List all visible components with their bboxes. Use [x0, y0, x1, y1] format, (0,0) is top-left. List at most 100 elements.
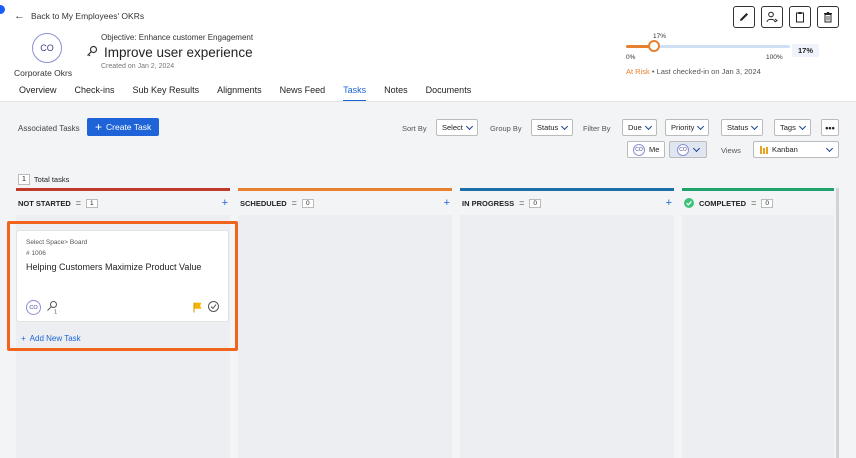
delete-button[interactable]	[817, 6, 839, 28]
filter-by-label: Filter By	[583, 124, 611, 133]
filter-priority-select[interactable]: Priority	[665, 119, 710, 136]
progress-max-label: 100%	[766, 54, 783, 61]
check-circle-icon	[684, 198, 694, 208]
column-body	[460, 215, 674, 458]
assign-user-button[interactable]	[761, 6, 783, 28]
filter-due-label: Due	[628, 123, 642, 132]
tab-news-feed[interactable]: News Feed	[280, 85, 326, 102]
progress-min-label: 0%	[626, 54, 636, 61]
tab-alignments[interactable]: Alignments	[217, 85, 262, 102]
group-by-label: Group By	[490, 124, 522, 133]
clipboard-icon	[796, 12, 804, 23]
tab-documents[interactable]: Documents	[426, 85, 472, 102]
key-result-icon	[87, 45, 98, 57]
filter-priority-label: Priority	[671, 123, 695, 132]
chevron-down-icon	[751, 122, 759, 130]
view-select[interactable]: Kanban	[753, 141, 839, 158]
chevron-down-icon	[561, 122, 569, 130]
tab-tasks[interactable]: Tasks	[343, 85, 367, 102]
user-avatar: CO	[677, 143, 689, 156]
column-header: COMPLETED = 0	[682, 191, 834, 215]
filter-tags-select[interactable]: Tags	[774, 119, 811, 136]
sort-by-label: Sort By	[402, 124, 427, 133]
create-task-label: Create Task	[106, 122, 152, 132]
created-date: Created on Jan 2, 2024	[101, 63, 175, 70]
views-label: Views	[721, 146, 741, 155]
tab-check-ins[interactable]: Check-ins	[75, 85, 115, 102]
trash-icon	[824, 12, 832, 23]
edit-button[interactable]	[733, 6, 755, 28]
create-task-button[interactable]: + Create Task	[87, 118, 160, 136]
chevron-down-icon	[644, 122, 652, 130]
progress-widget: 17% 0% 100% 17% At Risk • Last checked-i…	[626, 33, 820, 93]
column-body	[682, 215, 834, 458]
total-tasks: 1 Total tasks	[18, 174, 69, 185]
add-column-task-button[interactable]: +	[444, 197, 450, 209]
progress-badge: 17%	[792, 44, 820, 57]
user-filter-select[interactable]: CO	[669, 141, 707, 158]
column-header: SCHEDULED = 0 +	[238, 191, 452, 215]
arrow-left-icon: ←	[14, 10, 25, 22]
copy-button[interactable]	[789, 6, 811, 28]
plus-icon: +	[95, 120, 103, 134]
progress-slider-handle[interactable]	[647, 40, 660, 52]
column-count: 0	[761, 198, 773, 208]
associated-tasks-label: Associated Tasks	[18, 124, 80, 133]
tab-sub-key-results[interactable]: Sub Key Results	[133, 85, 200, 102]
chevron-down-icon	[465, 122, 473, 130]
me-label: Me	[649, 145, 660, 154]
header-actions	[733, 6, 839, 28]
filter-status-label: Status	[727, 123, 749, 132]
column-title: IN PROGRESS	[462, 198, 515, 208]
risk-status: At Risk	[626, 67, 650, 76]
group-value: Status	[537, 123, 559, 132]
add-column-task-button[interactable]: +	[222, 197, 228, 209]
owner-avatar: CO	[32, 33, 62, 63]
column-title: SCHEDULED	[240, 198, 287, 208]
column-header: IN PROGRESS = 0 +	[460, 191, 674, 215]
user-add-icon	[766, 11, 778, 23]
chevron-down-icon	[825, 144, 834, 152]
more-options-button[interactable]: •••	[821, 119, 839, 136]
total-label: Total tasks	[33, 175, 70, 184]
sort-lines-icon: =	[751, 198, 757, 208]
chevron-down-icon	[697, 122, 705, 130]
column-count: 0	[301, 198, 314, 208]
add-column-task-button[interactable]: +	[666, 197, 672, 209]
back-label: Back to My Employees' OKRs	[31, 11, 145, 21]
horizontal-scrollbar[interactable]	[836, 188, 839, 458]
sort-lines-icon: =	[291, 198, 297, 208]
chevron-down-icon	[798, 122, 806, 130]
highlight-box	[7, 221, 238, 351]
objective-label: Objective: Enhance customer Engagement	[101, 33, 254, 42]
column-title: NOT STARTED	[18, 198, 71, 208]
view-value: Kanban	[772, 145, 798, 154]
page-title: Improve user experience	[104, 45, 253, 60]
back-link[interactable]: ← Back to My Employees' OKRs	[14, 10, 144, 22]
chevron-down-icon	[692, 144, 701, 152]
column-count: 0	[529, 198, 541, 208]
column-header: NOT STARTED = 1 +	[16, 191, 230, 215]
total-count: 1	[18, 174, 30, 185]
sort-value: Select	[442, 123, 463, 132]
column-completed: COMPLETED = 0	[682, 188, 834, 458]
me-filter-button[interactable]: CO Me	[627, 141, 666, 158]
me-avatar: CO	[633, 143, 645, 156]
kanban-icon	[760, 145, 768, 154]
column-title: COMPLETED	[699, 198, 747, 208]
pencil-icon	[740, 13, 748, 21]
sort-lines-icon: =	[75, 198, 82, 208]
tab-notes[interactable]: Notes	[384, 85, 408, 102]
tab-overview[interactable]: Overview	[19, 85, 57, 102]
checkin-status: At Risk • Last checked-in on Jan 3, 2024	[626, 67, 761, 76]
tab-bar: Overview Check-ins Sub Key Results Align…	[19, 85, 471, 102]
column-scheduled: SCHEDULED = 0 +	[238, 188, 452, 458]
filter-status-select[interactable]: Status	[721, 119, 764, 136]
filter-due-select[interactable]: Due	[622, 119, 657, 136]
progress-percent-label: 17%	[653, 33, 667, 40]
status-separator: •	[649, 67, 657, 76]
group-select[interactable]: Status	[531, 119, 574, 136]
sort-select[interactable]: Select	[436, 119, 478, 136]
status-dot	[0, 5, 5, 14]
owner-name: Corporate Okrs	[14, 68, 73, 78]
